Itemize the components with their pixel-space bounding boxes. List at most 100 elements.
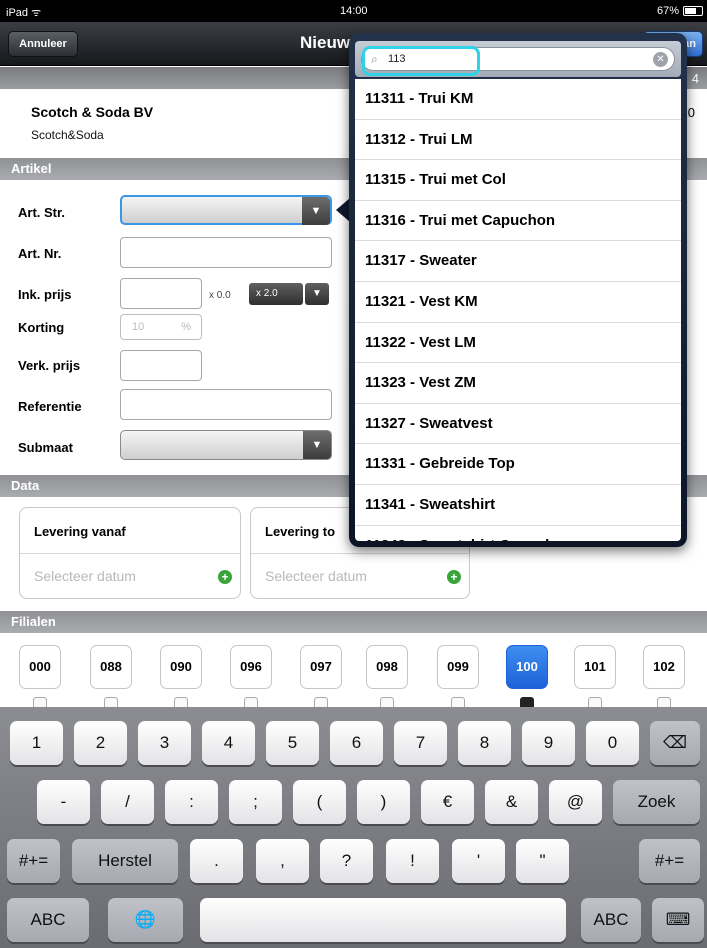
globe-icon[interactable]: 🌐 <box>108 898 183 942</box>
popover-arrow <box>336 198 350 222</box>
page-title: Nieuw <box>300 33 351 52</box>
key-question[interactable]: ? <box>320 839 373 883</box>
percent-unit: % <box>181 321 191 333</box>
list-item[interactable]: 11317 - Sweater <box>355 241 681 282</box>
key-3[interactable]: 3 <box>138 721 191 765</box>
key-1[interactable]: 1 <box>10 721 63 765</box>
hide-keyboard-icon[interactable]: ⌨ <box>652 898 704 942</box>
list-item[interactable]: 11342 - Sweatshirt Capuch <box>355 526 681 541</box>
key-period[interactable]: . <box>190 839 243 883</box>
branch-088[interactable]: 088 <box>90 645 132 689</box>
ink-multiplier: x 0.0 <box>209 290 231 301</box>
branch-checkbox[interactable] <box>104 697 118 707</box>
key-open-paren[interactable]: ( <box>293 780 346 824</box>
key-exclamation[interactable]: ! <box>386 839 439 883</box>
list-item[interactable]: 11321 - Vest KM <box>355 282 681 323</box>
device-label: iPad ᯤ <box>6 7 42 19</box>
key-5[interactable]: 5 <box>266 721 319 765</box>
more-symbols-key[interactable]: #+= <box>639 839 700 883</box>
list-item[interactable]: 11312 - Trui LM <box>355 120 681 161</box>
branch-000[interactable]: 000 <box>19 645 61 689</box>
verk-prijs-label: Verk. prijs <box>18 358 81 373</box>
korting-input[interactable]: 10 % <box>120 314 202 340</box>
key-euro[interactable]: € <box>421 780 474 824</box>
art-str-select[interactable]: ▼ <box>120 195 332 225</box>
clear-icon[interactable]: ✕ <box>653 52 668 67</box>
key-8[interactable]: 8 <box>458 721 511 765</box>
add-date-icon[interactable]: + <box>447 570 461 584</box>
key-at[interactable]: @ <box>549 780 602 824</box>
key-dash[interactable]: - <box>37 780 90 824</box>
art-nr-input[interactable] <box>120 237 332 268</box>
key-6[interactable]: 6 <box>330 721 383 765</box>
branch-checkbox[interactable] <box>314 697 328 707</box>
backspace-icon[interactable]: ⌫ <box>650 721 700 765</box>
branch-checkbox[interactable] <box>451 697 465 707</box>
levering-vanaf-card[interactable]: Levering vanaf Selecteer datum + <box>19 507 241 599</box>
search-popover: ⌕ 113 ✕ 11311 - Trui KM 11312 - Trui LM … <box>349 33 687 547</box>
list-item[interactable]: 11323 - Vest ZM <box>355 363 681 404</box>
branch-checkbox[interactable] <box>380 697 394 707</box>
undo-key[interactable]: Herstel <box>72 839 178 883</box>
abc-key[interactable]: ABC <box>7 898 89 942</box>
battery-percentage: 67% <box>656 5 679 17</box>
branch-101[interactable]: 101 <box>574 645 616 689</box>
key-4[interactable]: 4 <box>202 721 255 765</box>
branch-checkbox[interactable] <box>244 697 258 707</box>
cancel-button[interactable]: Annuleer <box>8 31 78 57</box>
key-close-paren[interactable]: ) <box>357 780 410 824</box>
korting-placeholder: 10 <box>132 321 145 333</box>
list-item[interactable]: 11327 - Sweatvest <box>355 404 681 445</box>
key-9[interactable]: 9 <box>522 721 575 765</box>
levering-tot-placeholder: Selecteer datum <box>265 568 367 584</box>
abc-key[interactable]: ABC <box>581 898 641 942</box>
key-semicolon[interactable]: ; <box>229 780 282 824</box>
branch-099[interactable]: 099 <box>437 645 479 689</box>
list-item[interactable]: 11331 - Gebreide Top <box>355 444 681 485</box>
submaat-select[interactable]: ▼ <box>120 430 332 460</box>
verk-prijs-input[interactable] <box>120 350 202 381</box>
chevron-down-icon: ▼ <box>303 431 331 459</box>
key-7[interactable]: 7 <box>394 721 447 765</box>
key-ampersand[interactable]: & <box>485 780 538 824</box>
list-item[interactable]: 11341 - Sweatshirt <box>355 485 681 526</box>
search-highlight <box>362 46 480 76</box>
list-item[interactable]: 11311 - Trui KM <box>355 79 681 120</box>
factor-button[interactable]: x 2.0 <box>249 283 303 305</box>
branch-checkbox[interactable] <box>174 697 188 707</box>
list-item[interactable]: 11316 - Trui met Capuchon <box>355 201 681 242</box>
referentie-input[interactable] <box>120 389 332 420</box>
key-comma[interactable]: , <box>256 839 309 883</box>
branch-098[interactable]: 098 <box>366 645 408 689</box>
key-apostrophe[interactable]: ' <box>452 839 505 883</box>
chevron-down-icon: ▼ <box>302 197 330 225</box>
art-nr-label: Art. Nr. <box>18 246 62 261</box>
branch-checkbox[interactable] <box>33 697 47 707</box>
list-item[interactable]: 11315 - Trui met Col <box>355 160 681 201</box>
key-0[interactable]: 0 <box>586 721 639 765</box>
ink-prijs-input[interactable] <box>120 278 202 309</box>
add-date-icon[interactable]: + <box>218 570 232 584</box>
branch-102[interactable]: 102 <box>643 645 685 689</box>
key-quote[interactable]: " <box>516 839 569 883</box>
key-slash[interactable]: / <box>101 780 154 824</box>
branch-checkbox[interactable] <box>657 697 671 707</box>
more-symbols-key[interactable]: #+= <box>7 839 60 883</box>
art-str-label: Art. Str. <box>18 205 65 220</box>
factor-dropdown[interactable]: ▼ <box>305 283 329 305</box>
branch-100[interactable]: 100 <box>506 645 548 689</box>
list-item[interactable]: 11322 - Vest LM <box>355 323 681 364</box>
branch-checkbox-checked[interactable] <box>520 697 534 707</box>
branch-checkbox[interactable] <box>588 697 602 707</box>
search-key[interactable]: Zoek <box>613 780 700 824</box>
levering-tot-title: Levering to <box>265 524 336 539</box>
branch-097[interactable]: 097 <box>300 645 342 689</box>
onscreen-keyboard: 1 2 3 4 5 6 7 8 9 0 ⌫ - / : ; ( ) € & @ … <box>0 707 707 948</box>
key-colon[interactable]: : <box>165 780 218 824</box>
branch-096[interactable]: 096 <box>230 645 272 689</box>
key-2[interactable]: 2 <box>74 721 127 765</box>
levering-vanaf-placeholder: Selecteer datum <box>34 568 136 584</box>
company-right-value: 0 <box>687 105 695 120</box>
space-bar[interactable] <box>200 898 566 942</box>
branch-090[interactable]: 090 <box>160 645 202 689</box>
